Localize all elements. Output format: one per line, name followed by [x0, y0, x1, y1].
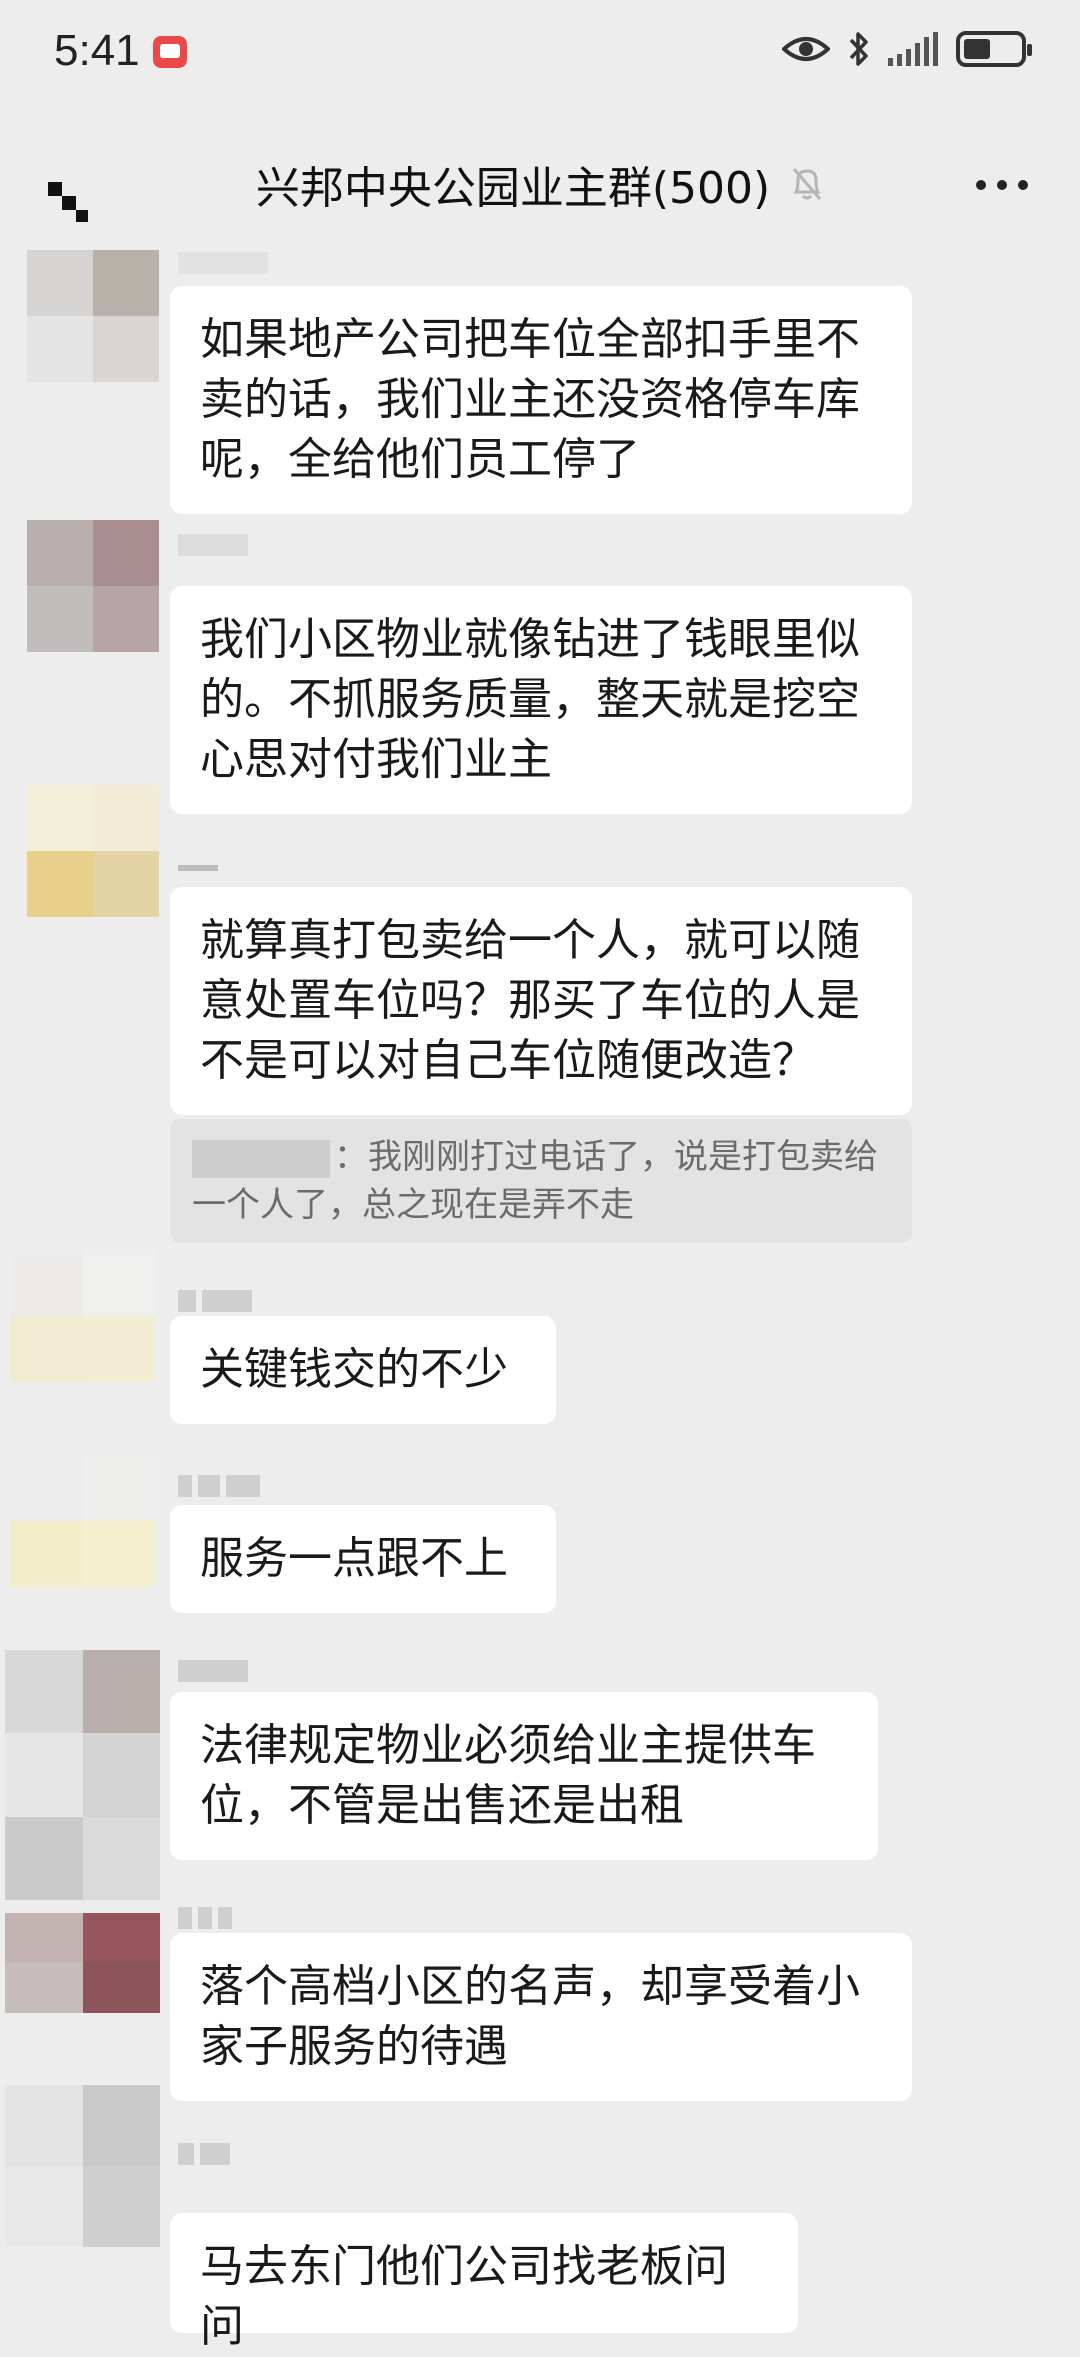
mute-bell-icon	[790, 165, 824, 203]
avatar[interactable]	[5, 2085, 160, 2247]
battery-icon	[956, 31, 1032, 67]
sender-name	[178, 1660, 248, 1682]
message-bubble[interactable]: 马去东门他们公司找老板问问	[170, 2213, 798, 2352]
sender-name	[178, 1290, 252, 1312]
sender-name	[178, 2143, 230, 2165]
avatar[interactable]	[27, 520, 159, 652]
message-bubble[interactable]: 关键钱交的不少	[170, 1316, 556, 1424]
sender-name	[178, 1907, 232, 1929]
more-icon[interactable]	[976, 180, 1028, 192]
message-bubble[interactable]: 法律规定物业必须给业主提供车位，不管是出售还是出租	[170, 1692, 878, 1860]
message-bubble[interactable]: 如果地产公司把车位全部扣手里不卖的话，我们业主还没资格停车库呢，全给他们员工停了	[170, 286, 912, 514]
status-time: 5:41	[54, 26, 140, 75]
avatar[interactable]	[10, 1250, 155, 1382]
avatar[interactable]	[5, 1913, 160, 2013]
chat-title: 兴邦中央公园业主群(500)	[255, 163, 771, 214]
avatar[interactable]	[27, 250, 159, 382]
avatar[interactable]	[27, 785, 159, 917]
sender-name	[178, 1475, 260, 1497]
eye-icon	[782, 33, 830, 65]
message-bubble[interactable]: 就算真打包卖给一个人，就可以随意处置车位吗？那买了车位的人是不是可以对自己车位随…	[170, 887, 912, 1115]
notification-icon	[153, 36, 187, 68]
sender-name	[178, 252, 268, 274]
quoted-sender	[192, 1139, 330, 1178]
quoted-message[interactable]: ：我刚刚打过电话了，说是打包卖给一个人了，总之现在是弄不走	[170, 1119, 912, 1243]
message-bubble[interactable]: 我们小区物业就像钻进了钱眼里似的。不抓服务质量，整天就是挖空心思对付我们业主	[170, 586, 912, 814]
avatar[interactable]	[10, 1455, 155, 1587]
status-bar: 5:41	[0, 0, 1080, 110]
message-bubble[interactable]: 落个高档小区的名声，却享受着小家子服务的待遇	[170, 1933, 912, 2101]
sender-name	[178, 865, 218, 887]
avatar[interactable]	[5, 1650, 160, 1900]
chat-header: 兴邦中央公园业主群(500)	[0, 110, 1080, 250]
message-bubble[interactable]: 服务一点跟不上	[170, 1505, 556, 1613]
bluetooth-icon	[848, 30, 870, 68]
status-icons	[782, 30, 1032, 68]
sender-name	[178, 534, 248, 556]
signal-icon	[888, 32, 938, 66]
